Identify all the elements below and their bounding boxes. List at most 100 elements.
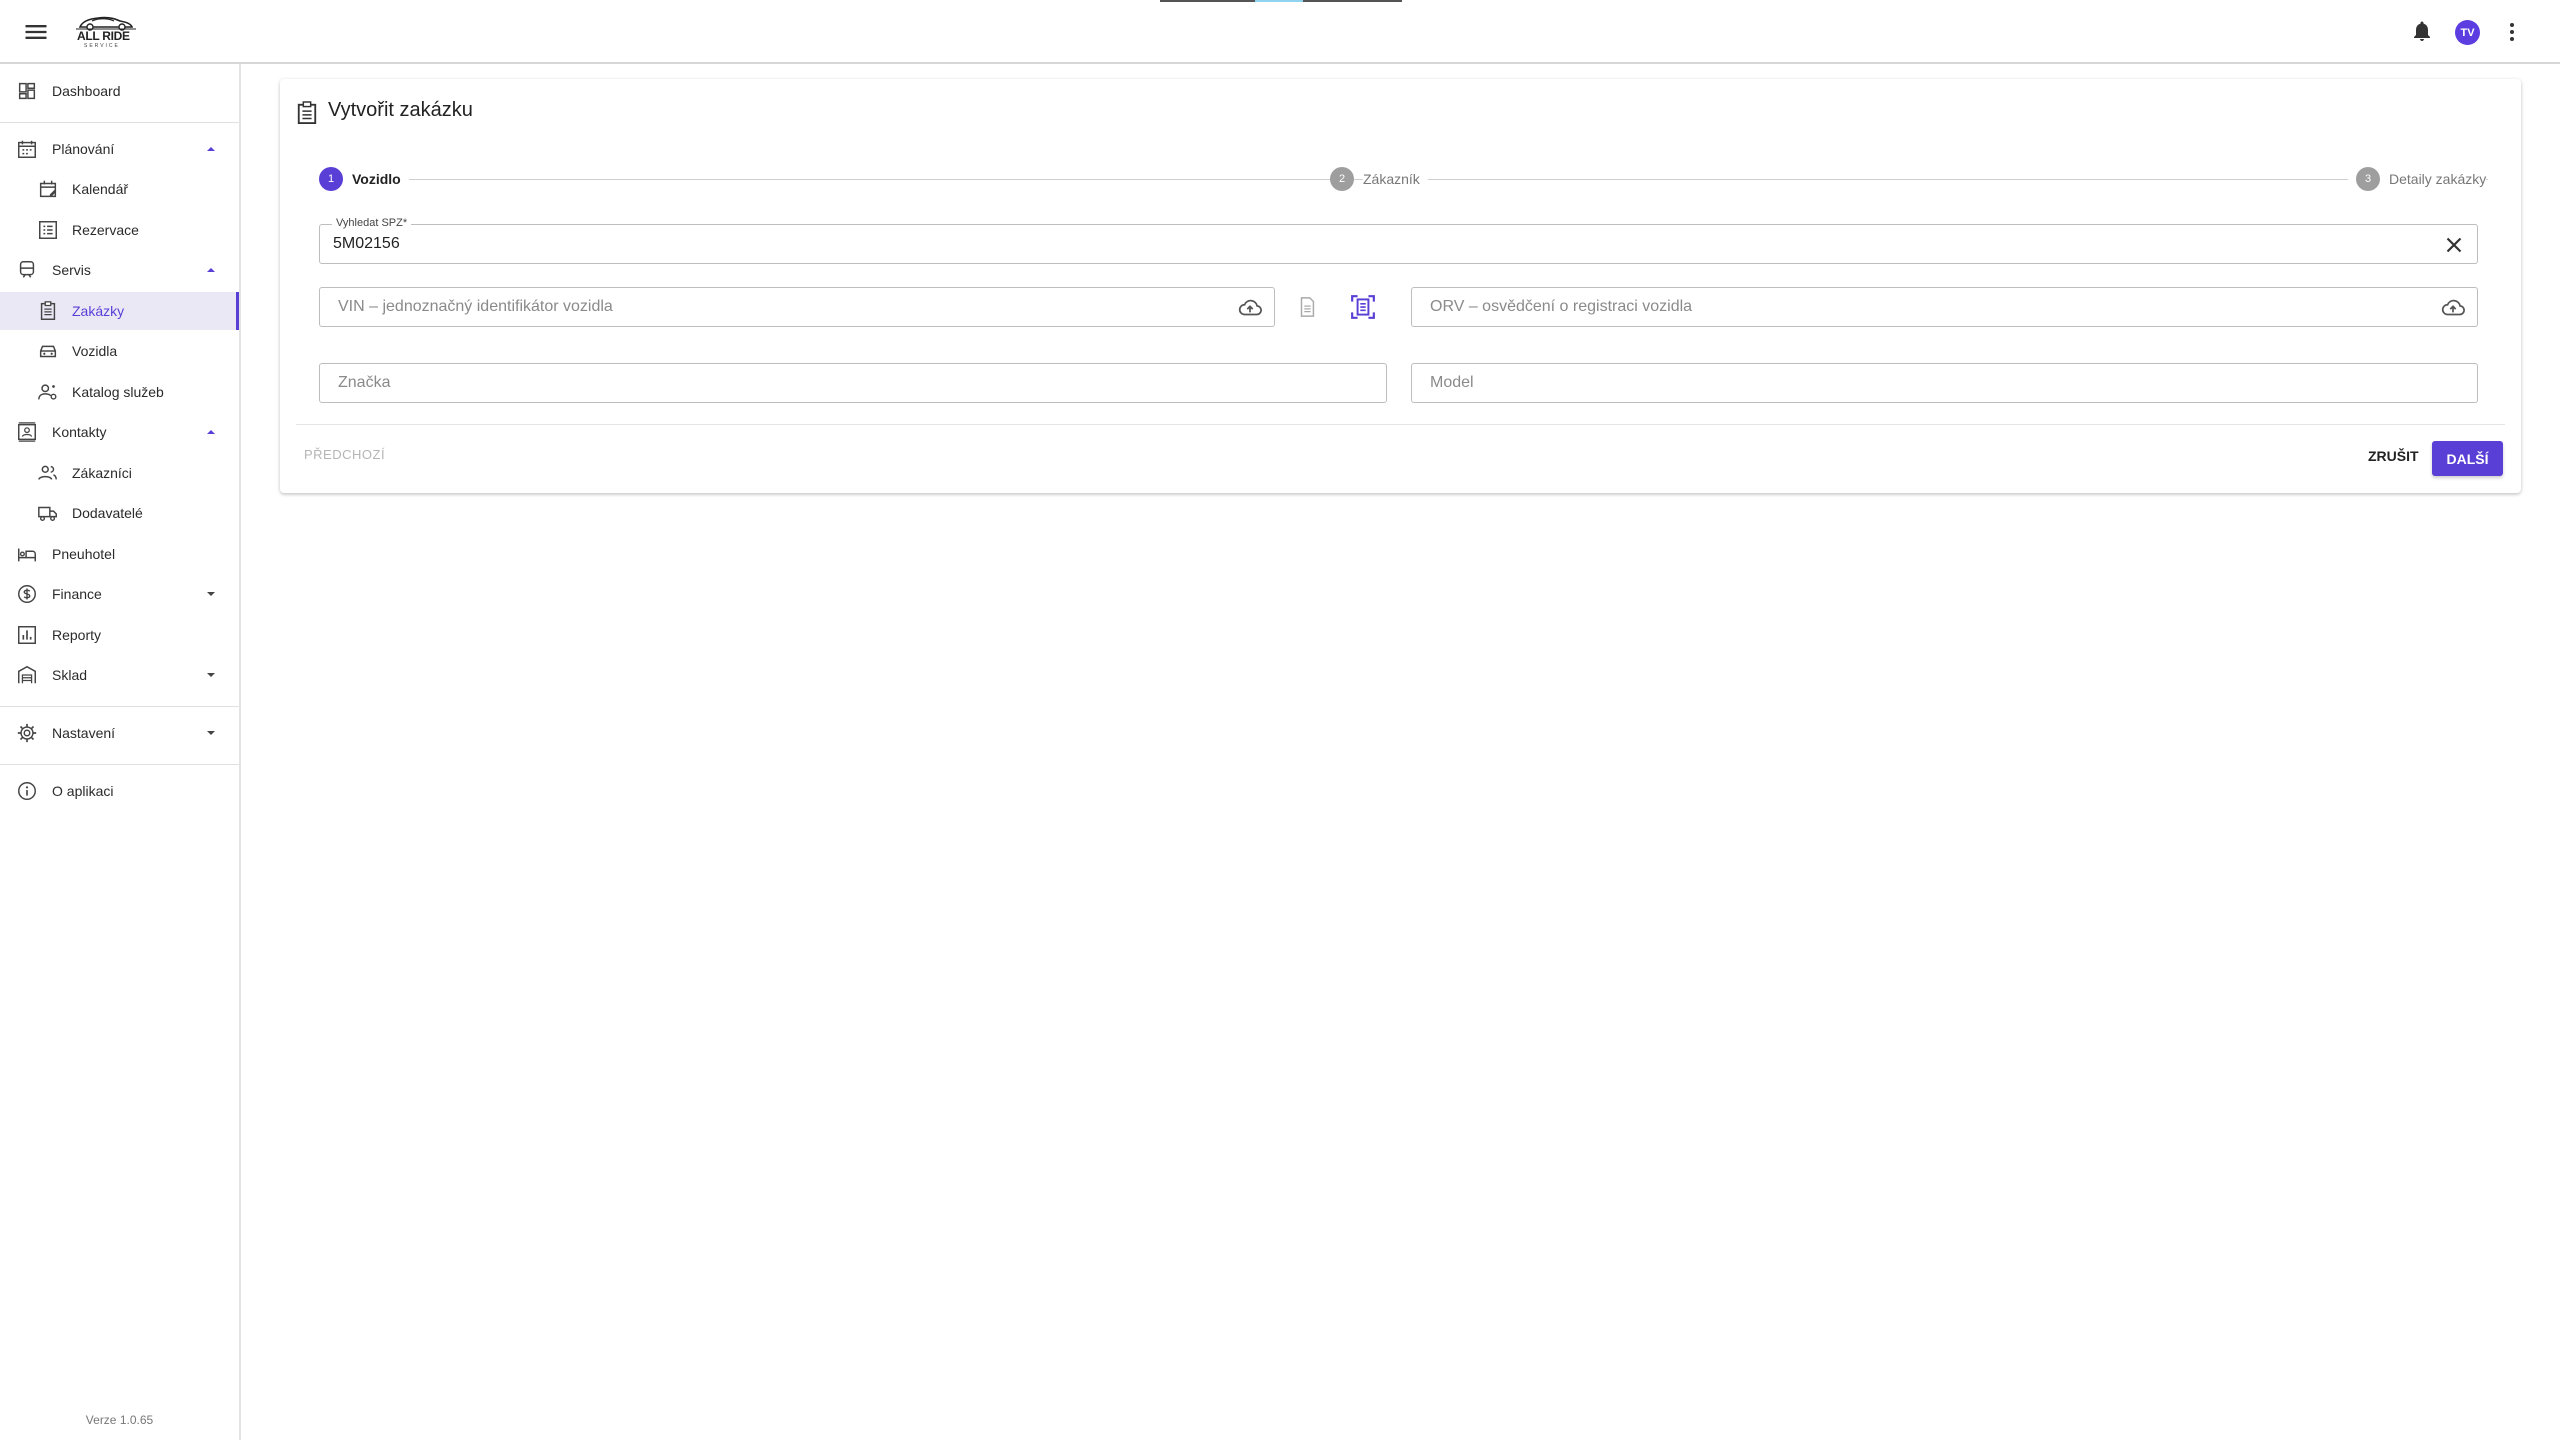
step-label: Zákazník — [1363, 171, 1428, 187]
calendar-edit-icon — [39, 180, 57, 198]
chevron-up-icon — [207, 268, 215, 272]
sidebar-item-label: Sklad — [52, 667, 88, 683]
sidebar-item-label: Servis — [52, 262, 91, 278]
cloud-upload-icon[interactable] — [1237, 295, 1263, 321]
sidebar-item-servis[interactable]: Servis — [0, 251, 239, 289]
top-app-bar: ALL RIDE SERVICE TV — [0, 0, 2560, 64]
model-field — [1411, 363, 2478, 403]
dollar-circle-icon — [18, 585, 36, 603]
sidebar-item-label: Zákazníci — [72, 465, 132, 481]
more-vert-icon[interactable] — [2500, 18, 2524, 46]
sidebar-item-finance[interactable]: Finance — [0, 575, 239, 613]
sidebar-item-label: Plánování — [52, 141, 115, 157]
vin-field — [319, 287, 1275, 327]
sidebar-divider — [0, 706, 239, 707]
bell-icon[interactable] — [2410, 18, 2436, 46]
document-scanner-icon[interactable] — [1350, 294, 1376, 320]
orv-field — [1411, 287, 2478, 327]
chevron-down-icon — [207, 673, 215, 677]
step-number: 2 — [1330, 167, 1354, 191]
truck-icon — [38, 506, 57, 522]
avatar[interactable]: TV — [2455, 20, 2480, 45]
spz-search-field: Vyhledat SPZ* — [319, 217, 2478, 264]
logo-text: ALL RIDE — [77, 29, 130, 43]
stepper-connector — [1428, 179, 2488, 180]
orv-input[interactable] — [1412, 288, 2477, 326]
clipboard-icon — [40, 301, 56, 320]
logo-subtext: SERVICE — [84, 43, 120, 49]
next-button[interactable]: DALŠÍ — [2432, 441, 2503, 476]
sidebar-item-rezervace[interactable]: Rezervace — [0, 211, 239, 249]
chevron-down-icon — [207, 731, 215, 735]
car-icon — [39, 345, 57, 358]
sidebar: Dashboard Plánování Kalendář Rezervace S… — [0, 64, 241, 1440]
sidebar-item-label: Kontakty — [52, 424, 107, 440]
sidebar-item-planovani[interactable]: Plánování — [0, 130, 239, 168]
sidebar-item-label: Katalog služeb — [72, 384, 164, 400]
sidebar-item-kalendar[interactable]: Kalendář — [0, 170, 239, 208]
menu-icon[interactable] — [22, 18, 50, 46]
spz-search-input[interactable] — [320, 225, 2477, 263]
step-number: 3 — [2356, 167, 2380, 191]
sidebar-item-label: Dashboard — [52, 83, 121, 99]
sidebar-item-label: O aplikaci — [52, 783, 114, 799]
step-number: 1 — [319, 167, 343, 191]
card-footer-divider — [296, 424, 2505, 425]
sidebar-item-o-aplikaci[interactable]: O aplikaci — [0, 772, 239, 810]
warehouse-icon — [18, 665, 36, 684]
close-icon[interactable] — [2441, 232, 2467, 258]
create-order-card: Vytvořit zakázku 1 Vozidlo 2 Zákazník 3 … — [280, 79, 2521, 493]
previous-button[interactable]: PŘEDCHOZÍ — [304, 447, 385, 462]
sidebar-item-vozidla[interactable]: Vozidla — [0, 332, 239, 370]
contacts-icon — [18, 422, 36, 442]
dashboard-icon — [18, 82, 36, 100]
sidebar-item-label: Zakázky — [72, 303, 125, 319]
sidebar-item-zakazky[interactable]: Zakázky — [0, 292, 239, 330]
cloud-upload-icon[interactable] — [2440, 295, 2466, 321]
chevron-up-icon — [207, 147, 215, 151]
sidebar-item-label: Pneuhotel — [52, 546, 116, 562]
sidebar-item-label: Reporty — [52, 627, 102, 643]
sidebar-item-label: Vozidla — [72, 343, 118, 359]
page-title: Vytvořit zakázku — [328, 99, 473, 121]
stepper-connector — [402, 179, 1450, 180]
calendar-grid-icon — [18, 140, 36, 158]
info-icon — [18, 782, 36, 800]
cancel-button[interactable]: ZRUŠIT — [2360, 439, 2427, 473]
hotel-icon — [18, 548, 36, 562]
chevron-down-icon — [207, 592, 215, 596]
chevron-up-icon — [207, 430, 215, 434]
gear-icon — [17, 723, 37, 743]
step-detaily-zakazky[interactable]: 3 Detaily zakázky — [2348, 167, 2487, 191]
sidebar-item-zakaznici[interactable]: Zákazníci — [0, 454, 239, 492]
sidebar-item-pneuhotel[interactable]: Pneuhotel — [0, 535, 239, 573]
app-logo: ALL RIDE SERVICE — [74, 12, 138, 52]
bar-chart-icon — [18, 626, 36, 644]
sidebar-item-label: Rezervace — [72, 222, 139, 238]
step-label: Detaily zakázky — [2389, 171, 2487, 187]
loading-indicator — [1160, 0, 1402, 2]
person-settings-icon — [38, 384, 57, 400]
sidebar-item-label: Dodavatelé — [72, 505, 143, 521]
step-zakaznik[interactable]: 2 Zákazník — [1330, 167, 1428, 191]
sidebar-item-dodavatele[interactable]: Dodavatelé — [0, 494, 239, 532]
sidebar-item-nastaveni[interactable]: Nastavení — [0, 714, 239, 752]
sidebar-item-katalog-sluzeb[interactable]: Katalog služeb — [0, 373, 239, 411]
sidebar-item-label: Finance — [52, 586, 102, 602]
brand-input[interactable] — [320, 364, 1386, 402]
clipboard-icon — [297, 101, 317, 124]
sidebar-item-sklad[interactable]: Sklad — [0, 656, 239, 694]
sidebar-item-reporty[interactable]: Reporty — [0, 616, 239, 654]
sidebar-divider — [0, 764, 239, 765]
document-icon[interactable] — [1296, 296, 1318, 318]
sidebar-item-dashboard[interactable]: Dashboard — [0, 72, 239, 110]
model-input[interactable] — [1412, 364, 2477, 402]
sidebar-divider — [0, 122, 239, 123]
sidebar-item-label: Kalendář — [72, 181, 129, 197]
step-label: Vozidlo — [352, 171, 409, 187]
vin-input[interactable] — [320, 288, 1274, 326]
sidebar-item-kontakty[interactable]: Kontakty — [0, 413, 239, 451]
step-vozidlo[interactable]: 1 Vozidlo — [319, 167, 409, 191]
sidebar-item-label: Nastavení — [52, 725, 116, 741]
train-icon — [19, 261, 35, 278]
